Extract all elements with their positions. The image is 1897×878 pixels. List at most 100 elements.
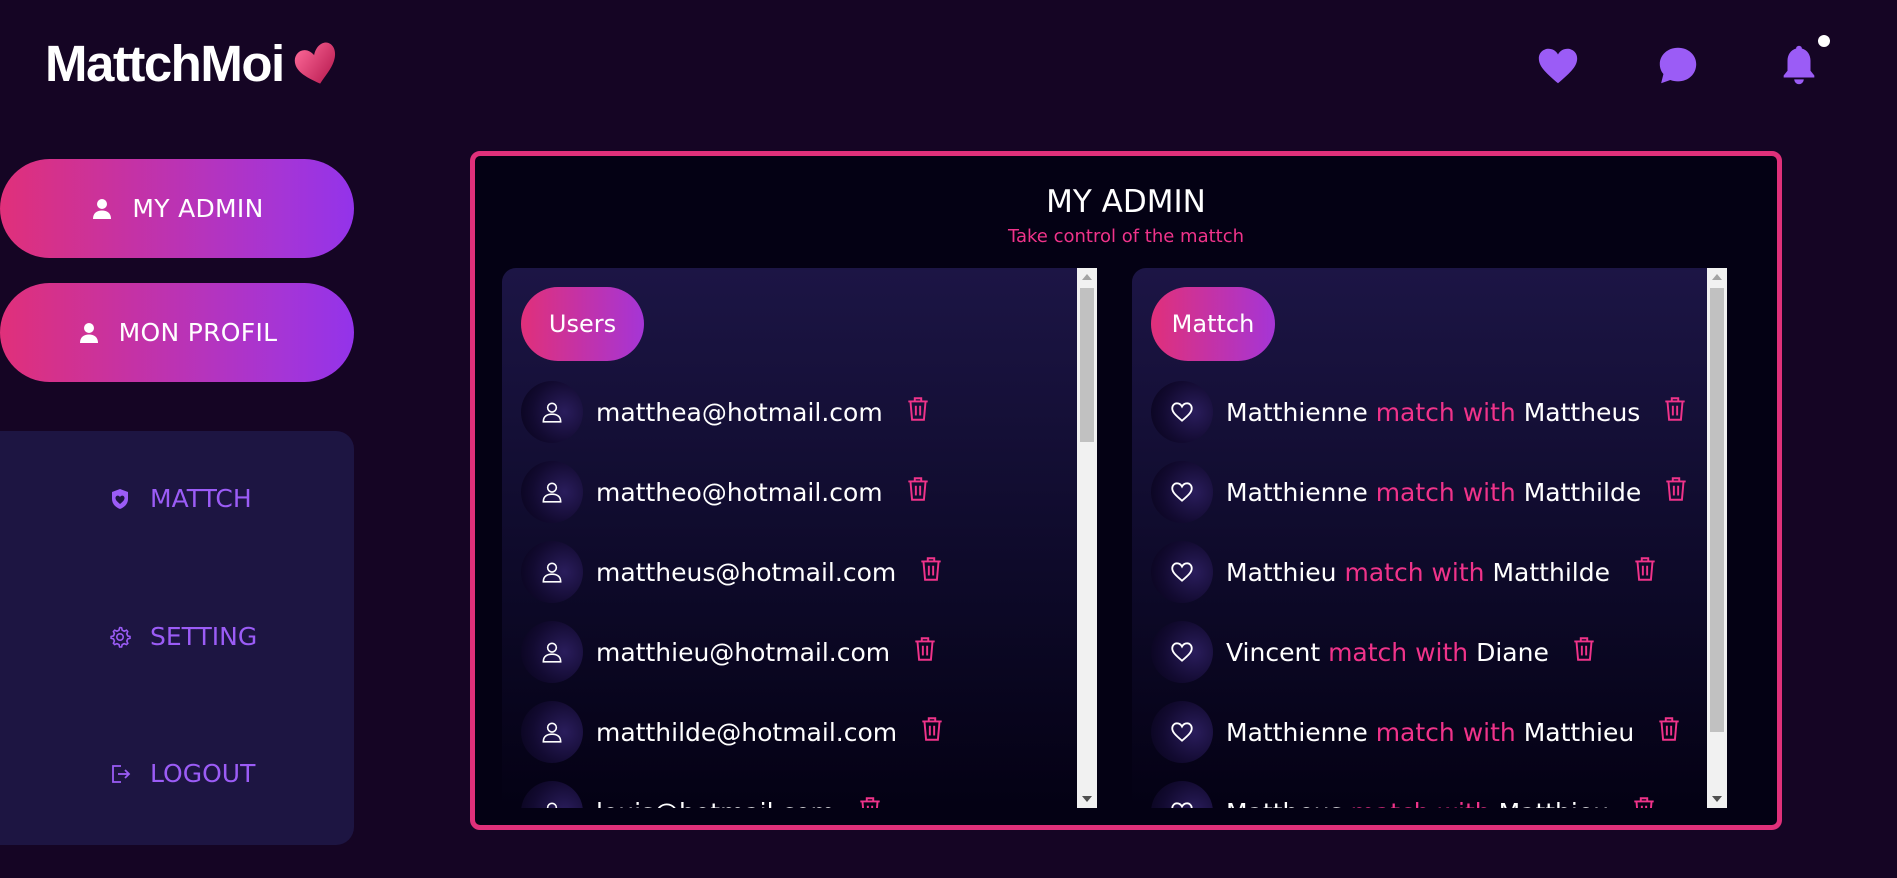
match-avatar	[1151, 701, 1213, 763]
heart-icon[interactable]	[1535, 43, 1581, 89]
trash-icon[interactable]	[857, 795, 883, 808]
brand-name: MattchMoi	[45, 35, 285, 92]
match-name-a: Matthienne	[1226, 397, 1368, 427]
user-icon	[79, 322, 98, 343]
match-name-a: Matthienne	[1226, 477, 1368, 507]
user-avatar	[521, 381, 583, 443]
scroll-up-arrow[interactable]	[1707, 268, 1727, 286]
match-text: Vincent match with Diane	[1226, 638, 1549, 667]
trash-icon[interactable]	[905, 395, 931, 423]
mattch-tab[interactable]: Mattch	[1151, 287, 1275, 361]
trash-icon[interactable]	[919, 715, 945, 743]
trash-icon[interactable]	[918, 555, 944, 583]
match-name-b: Mattheus	[1523, 397, 1641, 427]
user-email: matthilde@hotmail.com	[596, 717, 898, 747]
sidebar-item-label: SETTING	[150, 622, 258, 651]
list-item: Matthienne match with Mattheus	[1151, 381, 1688, 443]
users-scrollbar[interactable]	[1077, 268, 1097, 808]
heart-outline-icon	[1171, 802, 1193, 808]
gear-icon	[110, 626, 131, 648]
match-name-a: Matthienne	[1226, 717, 1368, 747]
match-connector: match with	[1375, 397, 1516, 427]
match-name-a: Mattheus	[1226, 798, 1343, 809]
match-connector: match with	[1375, 477, 1516, 507]
user-avatar	[521, 781, 583, 808]
match-connector: match with	[1344, 557, 1485, 587]
list-item: matthea@hotmail.com	[521, 381, 931, 443]
brand-logo[interactable]: MattchMoi	[45, 34, 340, 94]
my-admin-button[interactable]: MY ADMIN	[0, 159, 354, 258]
sidebar-item-logout[interactable]: LOGOUT	[108, 759, 255, 788]
scrollbar-thumb[interactable]	[1710, 288, 1724, 732]
match-name-a: Matthieu	[1226, 557, 1337, 587]
match-text: Matthieu match with Matthilde	[1226, 558, 1610, 587]
list-item: Mattheus match with Matthieu	[1151, 781, 1657, 808]
trash-icon[interactable]	[1656, 715, 1682, 743]
scroll-down-arrow[interactable]	[1077, 790, 1097, 808]
users-list-panel: Users matthea@hotmail.com mattheo@hotmai…	[502, 268, 1097, 808]
user-email: matthieu@hotmail.com	[596, 637, 891, 667]
sidebar-item-label: MATTCH	[150, 484, 252, 513]
user-avatar	[521, 621, 583, 683]
user-icon	[93, 198, 112, 219]
list-item: louis@hotmail.com	[521, 781, 883, 808]
match-name-b: Matthieu	[1523, 717, 1635, 747]
match-text: Matthienne match with Mattheus	[1226, 398, 1640, 427]
match-list-panel: Mattch Matthienne match with Mattheus Ma…	[1132, 268, 1727, 808]
list-item: Matthieu match with Matthilde	[1151, 541, 1658, 603]
mattch-tab-label: Mattch	[1171, 310, 1255, 338]
mon-profil-label: MON PROFIL	[118, 318, 278, 347]
heart-logo-icon	[294, 42, 335, 84]
match-avatar	[1151, 621, 1213, 683]
list-item: matthilde@hotmail.com	[521, 701, 945, 763]
user-avatar	[521, 541, 583, 603]
page-subtitle: Take control of the mattch	[1007, 226, 1245, 247]
trash-icon[interactable]	[1632, 555, 1658, 583]
trash-icon[interactable]	[1571, 635, 1597, 663]
user-avatar	[521, 701, 583, 763]
user-email: mattheus@hotmail.com	[596, 557, 897, 587]
match-connector: match with	[1328, 637, 1469, 667]
match-connector: match with	[1351, 798, 1491, 809]
match-connector: match with	[1375, 717, 1516, 747]
scroll-down-arrow[interactable]	[1707, 790, 1727, 808]
mon-profil-button[interactable]: MON PROFIL	[0, 283, 354, 382]
match-avatar	[1151, 381, 1213, 443]
match-text: Matthienne match with Matthilde	[1226, 478, 1641, 507]
heart-shield-icon	[112, 488, 128, 509]
user-outline-icon	[542, 402, 562, 423]
trash-icon[interactable]	[1631, 795, 1657, 808]
trash-icon[interactable]	[905, 475, 931, 503]
bell-icon[interactable]	[1776, 41, 1822, 89]
heart-outline-icon	[1171, 402, 1193, 422]
scroll-up-arrow[interactable]	[1077, 268, 1097, 286]
match-scrollbar[interactable]	[1707, 268, 1727, 808]
chat-icon[interactable]	[1655, 43, 1701, 89]
user-outline-icon	[542, 722, 562, 743]
user-outline-icon	[546, 802, 558, 808]
heart-outline-icon	[1171, 562, 1193, 582]
match-text: Mattheus match with Matthieu	[1226, 798, 1609, 809]
list-item: mattheo@hotmail.com	[521, 461, 931, 523]
list-item: matthieu@hotmail.com	[521, 621, 938, 683]
heart-outline-icon	[1171, 642, 1193, 662]
users-tab-label: Users	[548, 310, 617, 338]
trash-icon[interactable]	[1662, 395, 1688, 423]
trash-icon[interactable]	[912, 635, 938, 663]
sidebar-item-setting[interactable]: SETTING	[108, 622, 257, 651]
user-avatar	[521, 461, 583, 523]
sidebar-item-label: LOGOUT	[150, 759, 256, 788]
list-item: mattheus@hotmail.com	[521, 541, 944, 603]
match-name-b: Matthilde	[1523, 477, 1642, 507]
match-avatar	[1151, 541, 1213, 603]
users-tab[interactable]: Users	[521, 287, 644, 361]
trash-icon[interactable]	[1663, 475, 1689, 503]
user-outline-icon	[542, 482, 562, 503]
sidebar-item-mattch[interactable]: MATTCH	[108, 484, 252, 513]
user-email: matthea@hotmail.com	[596, 397, 883, 427]
scrollbar-thumb[interactable]	[1080, 288, 1094, 442]
match-name-b: Matthieu	[1499, 798, 1610, 809]
match-avatar	[1151, 781, 1213, 808]
notification-dot	[1818, 35, 1830, 47]
match-name-b: Diane	[1476, 637, 1549, 667]
